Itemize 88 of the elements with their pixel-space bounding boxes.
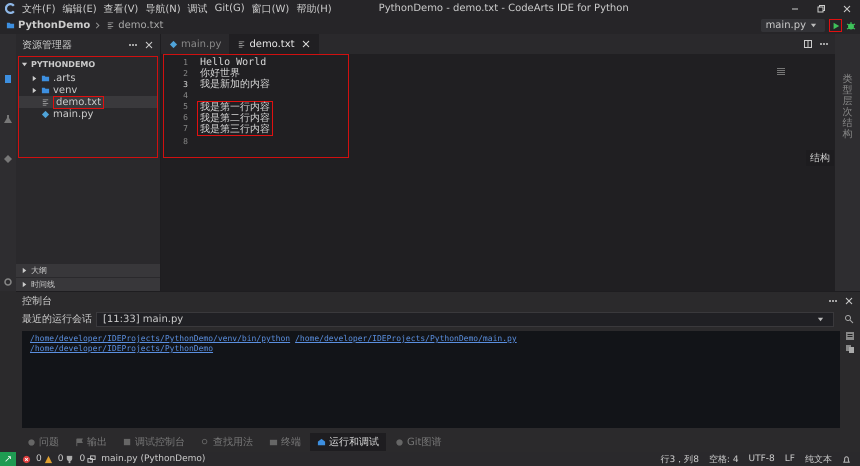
trophy-icon — [65, 454, 74, 464]
line-number: 6 — [182, 112, 188, 123]
search-icon[interactable] — [844, 314, 854, 324]
diamond-icon[interactable] — [3, 154, 13, 164]
status-item[interactable]: UTF-8 — [748, 454, 775, 464]
diamond-icon — [169, 40, 178, 48]
console-title: 控制台 — [22, 294, 52, 308]
files-icon[interactable] — [3, 74, 13, 84]
wrap-icon[interactable] — [845, 331, 855, 341]
status-item[interactable]: 纯文本 — [805, 452, 832, 466]
menu-item[interactable]: 编辑(E) — [62, 2, 97, 16]
code-line: 我是第一行内容 — [200, 102, 270, 113]
code-line: 我是新加的内容 — [200, 79, 270, 90]
path-link[interactable]: /home/developer/IDEProjects/PythonDemo — [30, 344, 214, 354]
flask-icon[interactable] — [3, 114, 13, 124]
menu-item[interactable]: 导航(N) — [145, 2, 181, 16]
warning-count[interactable]: 0 — [58, 454, 64, 464]
menu-item[interactable]: 窗口(W) — [252, 2, 290, 16]
output-icon — [75, 438, 84, 446]
error-icon — [22, 454, 31, 464]
line-number: 1 — [182, 57, 188, 68]
caret-icon — [810, 22, 817, 29]
code-line: 我是第三行内容 — [200, 124, 270, 135]
path-link[interactable]: /home/developer/IDEProjects/PythonDemo/venv/bin/python — [30, 334, 290, 344]
collapsed-section[interactable]: 时间线 — [16, 277, 160, 291]
port-count[interactable]: 0 — [79, 454, 86, 464]
search-icon — [201, 438, 210, 446]
line-number: 2 — [182, 68, 188, 79]
session-label: 最近的运行会话 — [22, 312, 92, 326]
run-button[interactable] — [829, 19, 842, 32]
settings-icon[interactable] — [3, 277, 13, 287]
status-item[interactable]: LF — [784, 454, 795, 464]
close-icon[interactable] — [300, 39, 311, 49]
line-number: 5 — [182, 101, 188, 112]
warning-icon — [44, 454, 53, 464]
text-file-icon — [237, 40, 246, 48]
line-number: 3 — [182, 79, 188, 90]
bell-icon[interactable] — [842, 454, 851, 464]
window-title: PythonDemo - demo.txt - CodeArts IDE for Python — [378, 3, 630, 14]
restore-icon — [816, 4, 826, 14]
status-item[interactable]: 行3，列8 — [660, 452, 699, 466]
editor-tab[interactable]: demo.txt — [229, 34, 319, 54]
chevron-icon — [95, 21, 102, 30]
session-dropdown[interactable]: [11:33] main.py — [96, 312, 834, 326]
project-root[interactable]: PYTHONDEMO — [19, 57, 157, 72]
close-icon[interactable] — [844, 296, 854, 306]
close-icon[interactable] — [144, 40, 154, 50]
link-icon — [87, 454, 96, 464]
menu-item[interactable]: 调试 — [188, 2, 208, 16]
folder-icon — [6, 21, 15, 30]
caret-icon — [817, 316, 824, 322]
file-tree-item[interactable]: main.py — [19, 108, 157, 120]
file-tree-item[interactable]: demo.txt — [19, 96, 157, 108]
menu-item[interactable]: 帮助(H) — [296, 2, 332, 16]
error-count[interactable]: 0 — [36, 454, 42, 464]
path-link[interactable]: /home/developer/IDEProjects/PythonDemo/main.py — [295, 334, 517, 344]
code-editor[interactable]: 1 2 3 4 Hello World 你好世界 我是新加的内容 5 6 7 我是第一行内容 我是第二行内容 我是第三行内容 8 — [163, 54, 349, 158]
editor-tab[interactable]: main.py — [161, 34, 230, 54]
explorer-title: 资源管理器 — [22, 39, 72, 52]
menu-item[interactable]: 文件(F) — [22, 2, 56, 16]
line-number: 4 — [182, 90, 188, 101]
breadcrumb-project[interactable]: PythonDemo — [18, 20, 90, 31]
code-line: 我是第二行内容 — [200, 113, 270, 124]
file-tree-item[interactable]: .arts — [19, 72, 157, 84]
copy-icon[interactable] — [845, 344, 855, 354]
menu-item[interactable]: Git(G) — [214, 3, 245, 14]
code-line: Hello World — [200, 57, 266, 68]
play-icon — [832, 22, 840, 30]
text-file-icon — [41, 98, 50, 106]
text-file-icon — [106, 21, 116, 30]
app-logo-icon — [5, 3, 16, 14]
panel-tab[interactable]: 运行和调试 — [310, 433, 386, 451]
menu-item[interactable]: 查看(V) — [104, 2, 138, 16]
arrow-icon — [4, 455, 12, 463]
minimap — [777, 68, 785, 75]
side-panel-label[interactable]: 类型层次结构 — [842, 74, 852, 140]
run-config-dropdown[interactable]: main.py — [760, 19, 825, 32]
line-number: 8 — [182, 136, 188, 147]
split-editor-icon[interactable] — [803, 39, 813, 49]
interpreter[interactable]: main.py (PythonDemo) — [101, 454, 206, 464]
close-icon — [842, 4, 852, 14]
line-number: 7 — [182, 123, 188, 134]
code-line: 你好世界 — [200, 68, 240, 79]
bug-icon[interactable] — [846, 20, 856, 30]
status-item[interactable]: 空格: 4 — [708, 452, 739, 466]
breadcrumb-file[interactable]: demo.txt — [118, 20, 164, 31]
collapsed-section[interactable]: 大纲 — [16, 263, 160, 277]
file-tree-item[interactable]: venv — [19, 84, 157, 96]
